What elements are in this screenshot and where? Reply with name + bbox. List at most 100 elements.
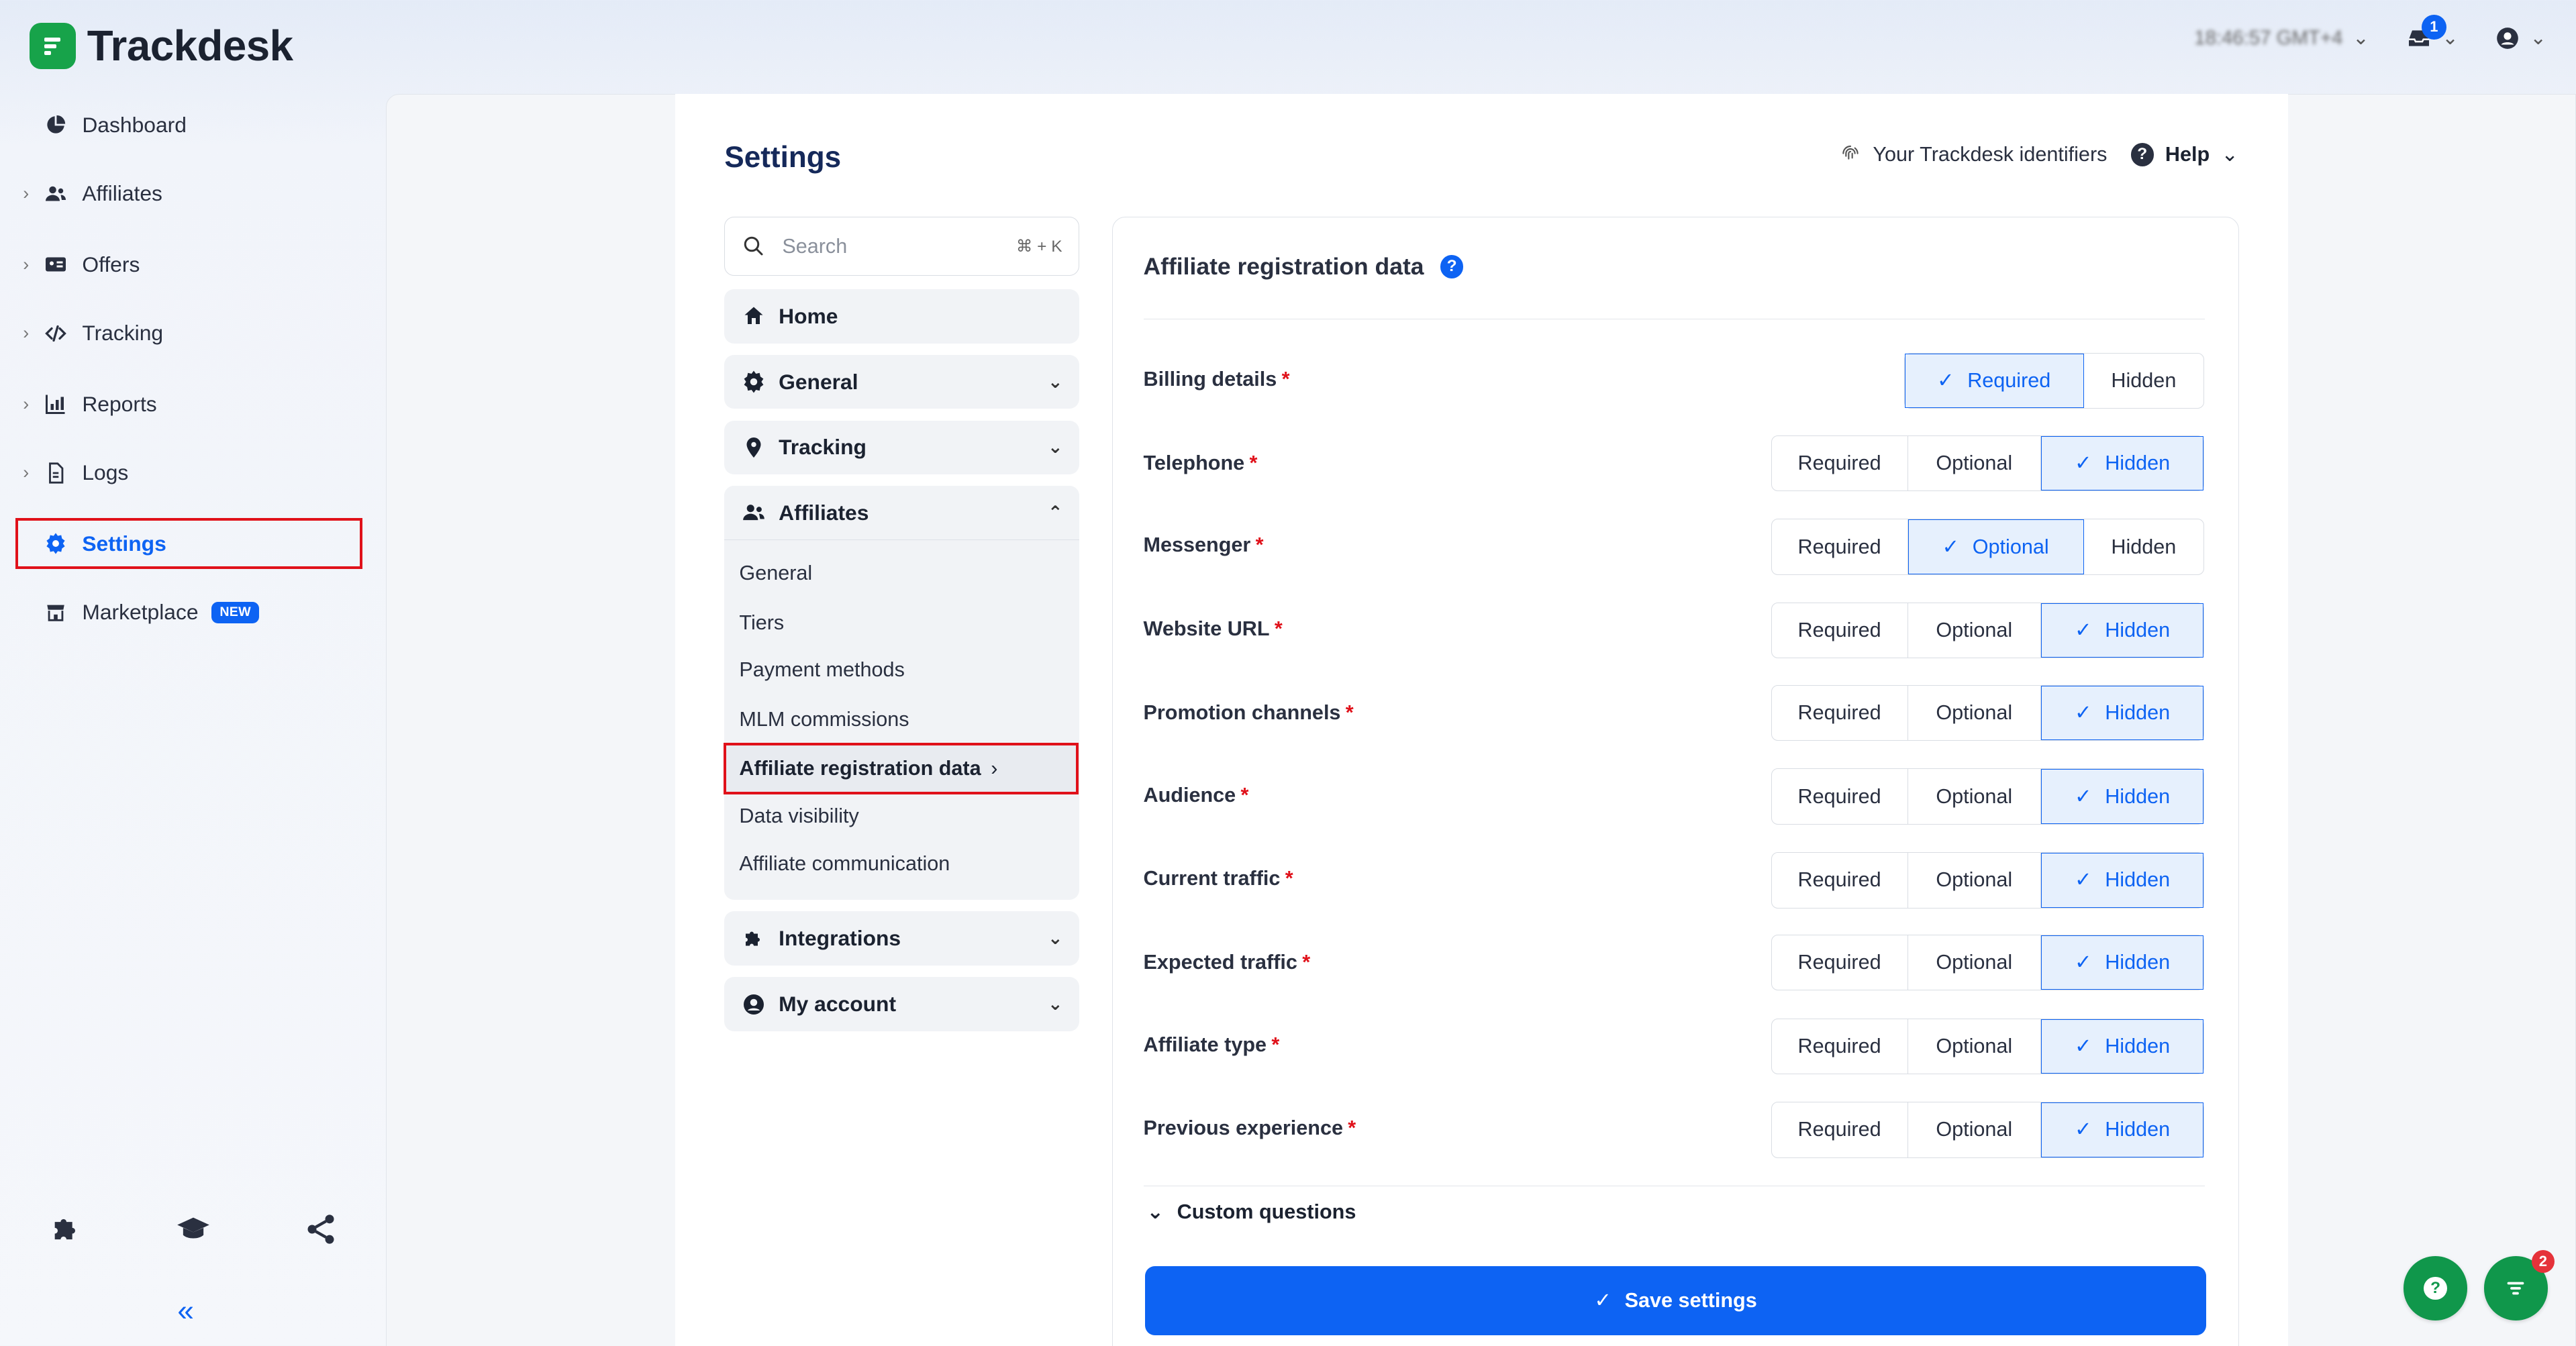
settings-section-my-account[interactable]: My account ⌄ xyxy=(724,977,1080,1032)
chevron-down-icon: ⌄ xyxy=(1048,928,1063,949)
check-icon: ✓ xyxy=(2074,619,2092,642)
chevron-right-icon: › xyxy=(23,393,30,414)
help-circle-icon: ? xyxy=(2424,1277,2447,1300)
chevron-down-icon: ⌄ xyxy=(1048,994,1063,1015)
option-required[interactable]: Required xyxy=(1772,853,1908,908)
option-hidden-selected[interactable]: ✓ Hidden xyxy=(2040,685,2204,740)
section-label: Integrations xyxy=(779,926,901,951)
sidebar-item-tracking[interactable]: › Tracking xyxy=(23,311,364,357)
sidebar-item-label: Affiliates xyxy=(82,181,162,206)
sidebar-item-marketplace[interactable]: Marketplace NEW xyxy=(23,590,364,636)
check-icon: ✓ xyxy=(2074,1034,2092,1057)
sidebar-item-label: Logs xyxy=(82,460,129,485)
option-optional[interactable]: Optional xyxy=(1908,935,2041,990)
user-menu[interactable]: ⌄ xyxy=(2495,25,2546,51)
option-required[interactable]: Required xyxy=(1772,1019,1908,1074)
option-optional[interactable]: Optional xyxy=(1908,769,2041,824)
field-label-previous-experience: Previous experience * xyxy=(1143,1117,1356,1140)
map-pin-icon xyxy=(741,435,767,460)
settings-section-home[interactable]: Home xyxy=(724,289,1080,344)
settings-section-integrations[interactable]: Integrations ⌄ xyxy=(724,911,1080,966)
affiliates-sub-data-visibility[interactable]: Data visibility xyxy=(739,805,858,828)
chevron-down-icon: ⌄ xyxy=(1048,437,1063,458)
notifications-menu[interactable]: 1 ⌄ xyxy=(2406,15,2459,52)
section-label: Affiliates xyxy=(779,500,869,525)
sidebar-item-affiliates[interactable]: › Affiliates xyxy=(23,171,364,217)
option-optional[interactable]: Optional xyxy=(1908,603,2041,658)
option-hidden-selected[interactable]: ✓ Hidden xyxy=(2040,935,2204,990)
trackdesk-identifiers-link[interactable]: Your Trackdesk identifiers xyxy=(1840,143,2107,166)
option-required[interactable]: Required xyxy=(1772,685,1908,740)
save-settings-button[interactable]: ✓ Save settings xyxy=(1144,1266,2207,1335)
affiliates-sub-affiliate-communication[interactable]: Affiliate communication xyxy=(739,852,950,876)
sidebar-item-dashboard[interactable]: Dashboard xyxy=(23,102,364,148)
chevron-down-icon: ⌄ xyxy=(1146,1200,1165,1224)
field-label-affiliate-type: Affiliate type * xyxy=(1143,1033,1280,1056)
option-hidden[interactable]: Hidden xyxy=(2084,354,2204,408)
chevron-right-icon: › xyxy=(991,756,998,780)
option-optional[interactable]: Optional xyxy=(1908,1019,2041,1074)
option-hidden-selected[interactable]: ✓ Hidden xyxy=(2040,853,2204,908)
puzzle-icon[interactable] xyxy=(49,1212,84,1247)
option-hidden-selected[interactable]: ✓ Hidden xyxy=(2040,769,2204,824)
sidebar-item-offers[interactable]: › Offers xyxy=(23,242,364,288)
billing-details-toggle: ✓ Required Hidden xyxy=(1903,353,2205,409)
audience-toggle: Required Optional ✓ Hidden xyxy=(1771,768,2205,825)
custom-questions-toggle[interactable]: ⌄ Custom questions xyxy=(1146,1200,1356,1224)
puzzle-icon xyxy=(741,927,767,951)
option-required-selected[interactable]: ✓ Required xyxy=(1904,354,2084,409)
option-hidden-selected[interactable]: ✓ Hidden xyxy=(2040,435,2204,490)
option-hidden-selected[interactable]: ✓ Hidden xyxy=(2040,603,2204,658)
graduation-cap-icon[interactable] xyxy=(176,1212,211,1247)
settings-section-affiliates[interactable]: Affiliates ⌃ xyxy=(724,486,1080,541)
field-label-current-traffic: Current traffic * xyxy=(1143,867,1293,890)
option-required[interactable]: Required xyxy=(1772,769,1908,824)
option-optional[interactable]: Optional xyxy=(1908,1102,2041,1157)
option-hidden-selected[interactable]: ✓ Hidden xyxy=(2040,1102,2204,1157)
sidebar-item-reports[interactable]: › Reports xyxy=(23,381,364,427)
help-fab-button[interactable]: ? xyxy=(2403,1256,2468,1321)
option-required[interactable]: Required xyxy=(1772,519,1908,574)
sidebar-item-settings[interactable]: Settings xyxy=(15,517,363,570)
share-icon[interactable] xyxy=(303,1212,338,1247)
option-required[interactable]: Required xyxy=(1772,435,1908,490)
promotion-channels-toggle: Required Optional ✓ Hidden xyxy=(1771,684,2205,741)
option-optional[interactable]: Optional xyxy=(1908,685,2041,740)
option-required[interactable]: Required xyxy=(1772,603,1908,658)
option-optional[interactable]: Optional xyxy=(1908,435,2041,490)
affiliates-sub-mlm-commissions[interactable]: MLM commissions xyxy=(739,708,909,731)
help-menu[interactable]: ? Help ⌄ xyxy=(2130,143,2238,166)
help-circle-icon: ? xyxy=(2130,143,2154,166)
option-optional-selected[interactable]: ✓ Optional xyxy=(1908,519,2084,574)
chevron-up-icon: ⌃ xyxy=(1048,502,1063,523)
sidebar-item-label: Dashboard xyxy=(82,112,187,137)
new-badge: NEW xyxy=(211,601,260,624)
settings-section-general[interactable]: General ⌄ xyxy=(724,354,1080,409)
checklist-fab-button[interactable]: 2 xyxy=(2483,1249,2555,1321)
affiliates-sub-payment-methods[interactable]: Payment methods xyxy=(739,658,904,682)
affiliates-sub-tiers[interactable]: Tiers xyxy=(739,611,784,635)
option-required[interactable]: Required xyxy=(1772,935,1908,990)
home-icon xyxy=(741,304,767,328)
check-icon: ✓ xyxy=(1594,1288,1612,1312)
time-zone-selector[interactable]: 18:46:57 GMT+4 ⌄ xyxy=(2194,26,2369,50)
affiliates-sub-registration-data[interactable]: Affiliate registration data › xyxy=(723,743,1079,794)
gear-icon xyxy=(40,532,72,555)
sidebar-item-logs[interactable]: › Logs xyxy=(23,450,364,497)
check-icon: ✓ xyxy=(2074,950,2092,974)
sidebar-item-label: Tracking xyxy=(82,321,164,346)
users-icon xyxy=(40,182,72,206)
sidebar-item-label: Reports xyxy=(82,391,157,416)
option-optional[interactable]: Optional xyxy=(1908,853,2041,908)
settings-section-tracking[interactable]: Tracking ⌄ xyxy=(724,420,1080,475)
collapse-sidebar-button[interactable]: « xyxy=(177,1294,194,1328)
affiliates-sub-general[interactable]: General xyxy=(739,562,812,585)
settings-search-input[interactable]: Search ⌘ + K xyxy=(724,217,1080,276)
option-hidden[interactable]: Hidden xyxy=(2084,519,2204,574)
app-logo[interactable]: Trackdesk xyxy=(30,21,293,70)
option-hidden-selected[interactable]: ✓ Hidden xyxy=(2040,1019,2204,1074)
info-question-icon[interactable]: ? xyxy=(1440,255,1464,278)
search-shortcut: ⌘ + K xyxy=(1015,238,1062,256)
option-required[interactable]: Required xyxy=(1772,1102,1908,1157)
field-label-billing-details: Billing details * xyxy=(1143,368,1290,391)
